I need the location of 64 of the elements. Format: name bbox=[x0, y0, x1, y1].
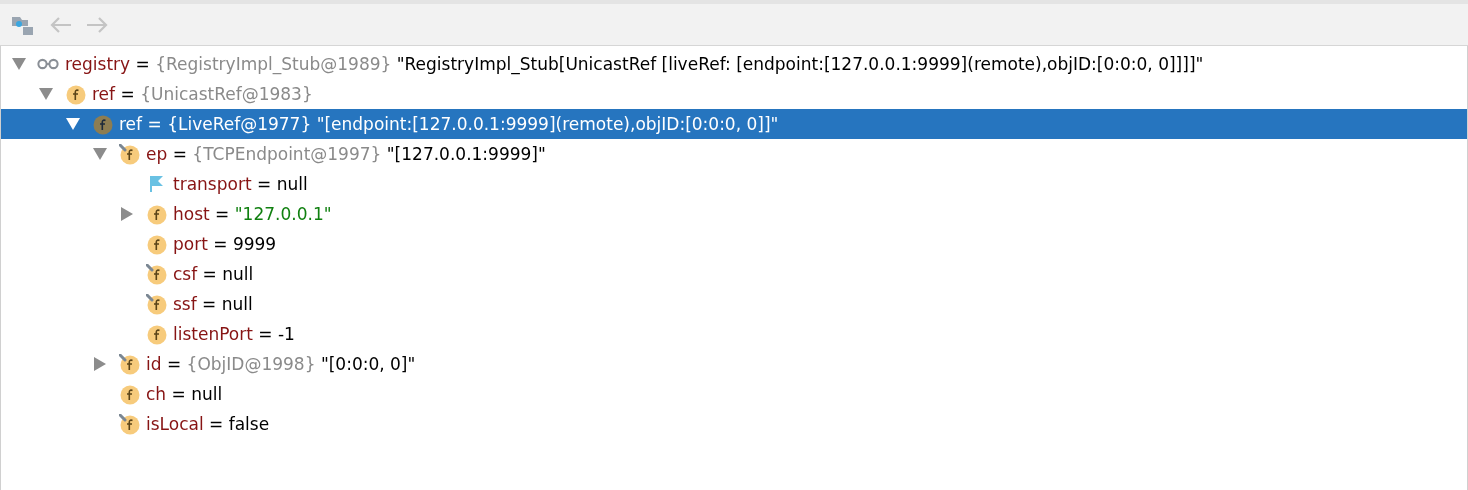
variable-name: transport bbox=[173, 174, 252, 194]
variable-value: false bbox=[228, 414, 270, 434]
variable-value: null bbox=[276, 174, 308, 194]
equals-sign: = bbox=[201, 294, 218, 314]
tree-row[interactable]: csf = null bbox=[1, 259, 1467, 289]
collapsed-arrow-icon[interactable] bbox=[121, 207, 133, 221]
variable-name: port bbox=[173, 234, 208, 254]
equals-sign: = bbox=[134, 54, 151, 74]
object-type: {UnicastRef@1983} bbox=[140, 84, 313, 104]
variable-name: listenPort bbox=[173, 324, 253, 344]
tree-row[interactable]: port = 9999 bbox=[1, 229, 1467, 259]
equals-sign: = bbox=[214, 204, 231, 224]
equals-sign: = bbox=[170, 384, 187, 404]
flag-icon bbox=[149, 176, 163, 192]
tree-row[interactable]: ch = null bbox=[1, 379, 1467, 409]
equals-sign: = bbox=[212, 234, 229, 254]
tree-row[interactable]: ref = {LiveRef@1977} "[endpoint:[127.0.0.1:9999](remote),objID:[0:0:0, 0]]" bbox=[1, 109, 1467, 139]
equals-sign: = bbox=[257, 324, 274, 344]
equals-sign: = bbox=[165, 354, 183, 374]
variable-value: "[0:0:0, 0]" bbox=[320, 354, 416, 374]
variable-name: csf bbox=[173, 264, 198, 284]
variable-name: registry bbox=[65, 54, 131, 74]
variable-name: ssf bbox=[173, 294, 197, 314]
expanded-arrow-icon[interactable] bbox=[66, 118, 80, 130]
object-type: {RegistryImpl_Stub@1989} bbox=[155, 54, 392, 74]
tree-row[interactable]: id = {ObjID@1998} "[0:0:0, 0]" bbox=[1, 349, 1467, 379]
tree-row[interactable]: isLocal = false bbox=[1, 409, 1467, 439]
tree-row[interactable]: host = "127.0.0.1" bbox=[1, 199, 1467, 229]
variable-value: "[127.0.0.1:9999]" bbox=[386, 144, 546, 164]
variable-name: ep bbox=[146, 144, 168, 164]
object-type: {ObjID@1998} bbox=[186, 354, 316, 374]
tree-row[interactable]: ssf = null bbox=[1, 289, 1467, 319]
expanded-arrow-icon[interactable] bbox=[12, 58, 26, 70]
tree-row[interactable]: ep = {TCPEndpoint@1997} "[127.0.0.1:9999]" bbox=[1, 139, 1467, 169]
equals-sign: = bbox=[208, 414, 225, 434]
expanded-arrow-icon[interactable] bbox=[39, 88, 53, 100]
tree-row[interactable]: registry = {RegistryImpl_Stub@1989} "RegistryImpl_Stub[UnicastRef [liveRef: [endpoint:[127.0.0.1:9999](remote),objID:[0:0:0, 0]]]]" bbox=[1, 49, 1467, 79]
variable-value: -1 bbox=[277, 324, 295, 344]
variable-name: ref bbox=[119, 114, 143, 134]
equals-sign: = bbox=[119, 84, 136, 104]
equals-sign: = bbox=[255, 174, 273, 194]
object-type: {LiveRef@1977} bbox=[167, 114, 312, 134]
variable-value: "127.0.0.1" bbox=[234, 204, 332, 224]
variable-value: null bbox=[191, 384, 223, 404]
tree-row[interactable]: transport = null bbox=[1, 169, 1467, 199]
equals-sign: = bbox=[171, 144, 188, 164]
equals-sign: = bbox=[201, 264, 218, 284]
expanded-arrow-icon[interactable] bbox=[93, 148, 107, 160]
object-type: {TCPEndpoint@1997} bbox=[192, 144, 382, 164]
glasses-icon bbox=[37, 58, 59, 70]
equals-sign: = bbox=[146, 114, 163, 134]
variable-value: null bbox=[222, 264, 254, 284]
tree-row[interactable]: ref = {UnicastRef@1983} bbox=[1, 79, 1467, 109]
variable-value: null bbox=[221, 294, 253, 314]
collapsed-arrow-icon[interactable] bbox=[94, 357, 106, 371]
variable-name: host bbox=[173, 204, 210, 224]
variable-name: isLocal bbox=[146, 414, 204, 434]
variable-value: "RegistryImpl_Stub[UnicastRef [liveRef: [endpoint:[127.0.0.1:9999](remote),objID:[0:0:0, 0]]]]" bbox=[396, 54, 1204, 74]
variable-name: ref bbox=[92, 84, 116, 104]
variable-value: "[endpoint:[127.0.0.1:9999](remote),objID:[0:0:0, 0]]" bbox=[316, 114, 779, 134]
variable-value: 9999 bbox=[232, 234, 277, 254]
variable-name: id bbox=[146, 354, 162, 374]
tree-row[interactable]: listenPort = -1 bbox=[1, 319, 1467, 349]
variable-name: ch bbox=[146, 384, 167, 404]
